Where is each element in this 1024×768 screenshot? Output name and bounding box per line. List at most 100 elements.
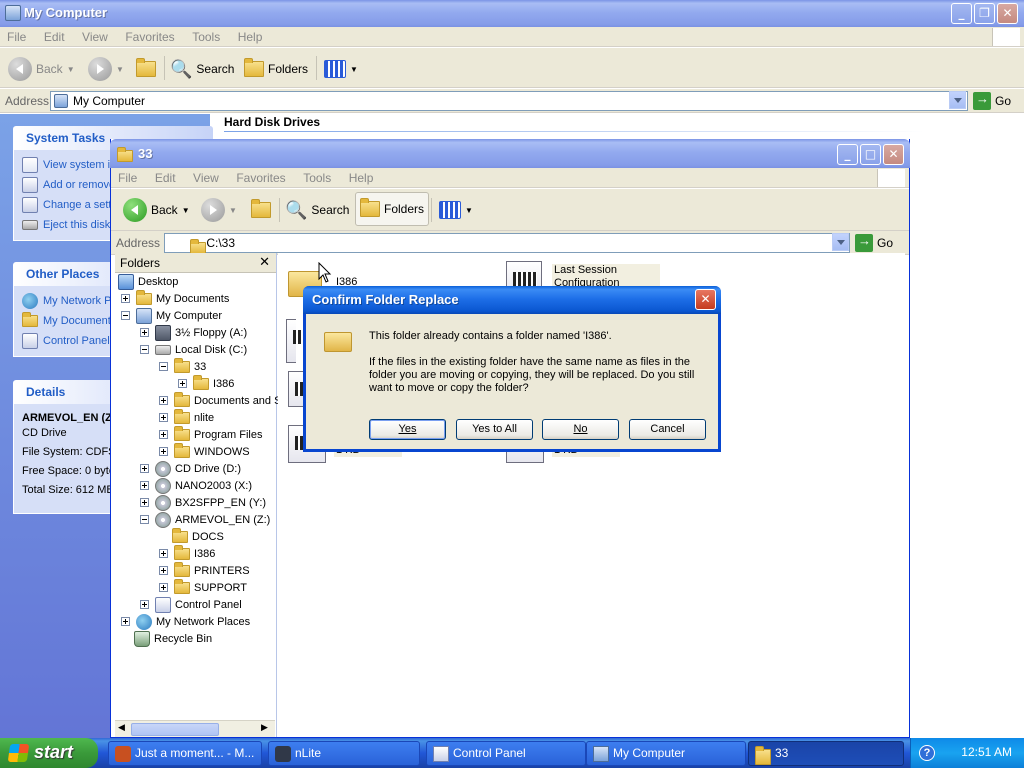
menu-view[interactable]: View bbox=[186, 168, 226, 185]
task-just-a-moment[interactable]: Just a moment... - M... bbox=[108, 741, 262, 766]
tree-item-local-disk-c[interactable]: Local Disk (C:) bbox=[140, 341, 247, 358]
tree-item-my-documents[interactable]: My Documents bbox=[121, 289, 229, 307]
menu-favorites[interactable]: Favorites bbox=[118, 27, 181, 44]
forward-button[interactable]: ▼ bbox=[88, 55, 124, 83]
expand-icon[interactable] bbox=[159, 447, 168, 456]
go-button[interactable]: Go bbox=[855, 233, 893, 252]
expand-icon[interactable] bbox=[121, 617, 130, 626]
expand-icon[interactable] bbox=[159, 413, 168, 422]
expand-icon[interactable] bbox=[159, 396, 168, 405]
task-nlite[interactable]: nLite bbox=[268, 741, 420, 766]
tree-item-docs[interactable]: DOCS bbox=[172, 527, 224, 545]
app-icon bbox=[115, 746, 131, 762]
tree-item-program-files[interactable]: Program Files bbox=[159, 425, 262, 443]
my-computer-titlebar[interactable]: My Computer _ ❐ ✕ bbox=[0, 0, 1024, 27]
menu-file[interactable]: File bbox=[111, 168, 144, 185]
search-button[interactable]: 🔍 Search bbox=[285, 196, 349, 224]
expand-icon[interactable] bbox=[159, 583, 168, 592]
menu-file[interactable]: File bbox=[0, 27, 33, 44]
scrollbar-thumb[interactable] bbox=[131, 723, 219, 736]
expand-icon[interactable] bbox=[159, 430, 168, 439]
folder-33-titlebar[interactable]: 33 _ □ ✕ bbox=[110, 139, 910, 168]
tree-item-cd-drive-d[interactable]: CD Drive (D:) bbox=[140, 460, 241, 477]
yes-button[interactable]: Yes bbox=[369, 419, 446, 440]
help-icon[interactable]: ? bbox=[919, 745, 935, 761]
close-button[interactable]: ✕ bbox=[883, 144, 904, 165]
collapse-icon[interactable] bbox=[140, 515, 149, 524]
back-button[interactable]: Back ▼ bbox=[8, 55, 75, 83]
collapse-icon[interactable] bbox=[121, 311, 130, 320]
up-folder-button[interactable] bbox=[136, 55, 156, 83]
collapse-icon[interactable] bbox=[140, 345, 149, 354]
close-button[interactable]: ✕ bbox=[997, 3, 1018, 24]
tree-item-floppy[interactable]: 3½ Floppy (A:) bbox=[140, 324, 247, 341]
forward-button[interactable]: ▼ bbox=[201, 196, 237, 224]
tree-item-my-computer[interactable]: My Computer bbox=[121, 307, 222, 324]
address-dropdown-button[interactable] bbox=[832, 233, 849, 251]
horizontal-scrollbar[interactable]: ◀ ▶ bbox=[115, 720, 275, 737]
tree-item-bx2sfpp-en-y[interactable]: BX2SFPP_EN (Y:) bbox=[140, 494, 266, 511]
minimize-button[interactable]: _ bbox=[951, 3, 972, 24]
collapse-icon[interactable] bbox=[159, 362, 168, 371]
close-folders-pane-icon[interactable]: ✕ bbox=[259, 254, 270, 270]
task-control-panel[interactable]: Control Panel bbox=[426, 741, 586, 766]
menu-help[interactable]: Help bbox=[231, 27, 270, 44]
menu-edit[interactable]: Edit bbox=[148, 168, 183, 185]
menu-help[interactable]: Help bbox=[342, 168, 381, 185]
task-33[interactable]: 33 bbox=[748, 741, 904, 766]
no-button[interactable]: No bbox=[542, 419, 619, 440]
address-dropdown-button[interactable] bbox=[949, 91, 966, 109]
up-folder-button[interactable] bbox=[251, 196, 271, 224]
address-input[interactable]: C:\33 bbox=[164, 233, 850, 254]
tree-item-nlite[interactable]: nlite bbox=[159, 408, 214, 426]
menu-view[interactable]: View bbox=[75, 27, 115, 44]
cancel-button[interactable]: Cancel bbox=[629, 419, 706, 440]
menu-favorites[interactable]: Favorites bbox=[229, 168, 292, 185]
restore-button[interactable]: ❐ bbox=[974, 3, 995, 24]
menu-edit[interactable]: Edit bbox=[37, 27, 72, 44]
maximize-button[interactable]: □ bbox=[860, 144, 881, 165]
tree-item-recycle-bin[interactable]: Recycle Bin bbox=[134, 630, 212, 647]
back-button[interactable]: Back ▼ bbox=[123, 196, 190, 224]
toolbar-separator bbox=[431, 198, 432, 222]
yes-to-all-button[interactable]: Yes to All bbox=[456, 419, 533, 440]
tree-item-nano2003-x[interactable]: NANO2003 (X:) bbox=[140, 477, 252, 494]
folders-button[interactable]: Folders bbox=[244, 55, 308, 83]
views-button[interactable]: ▼ bbox=[439, 196, 473, 224]
expand-icon[interactable] bbox=[140, 481, 149, 490]
expand-icon[interactable] bbox=[159, 549, 168, 558]
expand-icon[interactable] bbox=[140, 498, 149, 507]
tree-item-control-panel[interactable]: Control Panel bbox=[140, 596, 242, 613]
clock[interactable]: 12:51 AM bbox=[961, 745, 1012, 759]
address-input[interactable]: My Computer bbox=[50, 91, 968, 111]
expand-icon[interactable] bbox=[178, 379, 187, 388]
expand-icon[interactable] bbox=[140, 600, 149, 609]
menu-tools[interactable]: Tools bbox=[296, 168, 338, 185]
menu-tools[interactable]: Tools bbox=[185, 27, 227, 44]
scroll-right-icon[interactable]: ▶ bbox=[261, 723, 268, 733]
dialog-titlebar[interactable]: Confirm Folder Replace ✕ bbox=[303, 286, 721, 314]
tree-item-windows[interactable]: WINDOWS bbox=[159, 442, 250, 460]
nlite-icon bbox=[275, 746, 291, 762]
expand-icon[interactable] bbox=[121, 294, 130, 303]
tree-item-my-network-places[interactable]: My Network Places bbox=[121, 613, 250, 630]
expand-icon[interactable] bbox=[159, 566, 168, 575]
tree-item-support[interactable]: SUPPORT bbox=[159, 578, 247, 596]
go-button[interactable]: Go bbox=[973, 91, 1011, 110]
expand-icon[interactable] bbox=[140, 328, 149, 337]
expand-icon[interactable] bbox=[140, 464, 149, 473]
tree-item-33[interactable]: 33 bbox=[159, 357, 206, 375]
scroll-left-icon[interactable]: ◀ bbox=[118, 723, 125, 733]
tree-item-i386[interactable]: I386 bbox=[178, 374, 234, 392]
views-button[interactable]: ▼ bbox=[324, 55, 358, 83]
task-my-computer[interactable]: My Computer bbox=[586, 741, 746, 766]
close-button[interactable]: ✕ bbox=[695, 289, 716, 310]
minimize-button[interactable]: _ bbox=[837, 144, 858, 165]
start-button[interactable]: start bbox=[0, 738, 98, 768]
search-button[interactable]: 🔍 Search bbox=[170, 55, 234, 83]
tree-item-i386-z[interactable]: I386 bbox=[159, 544, 215, 562]
tree-item-printers[interactable]: PRINTERS bbox=[159, 561, 250, 579]
folders-button[interactable]: Folders bbox=[355, 192, 430, 226]
tree-item-desktop[interactable]: Desktop bbox=[118, 273, 178, 290]
tree-item-armevol-en-z[interactable]: ARMEVOL_EN (Z:) bbox=[140, 511, 270, 528]
